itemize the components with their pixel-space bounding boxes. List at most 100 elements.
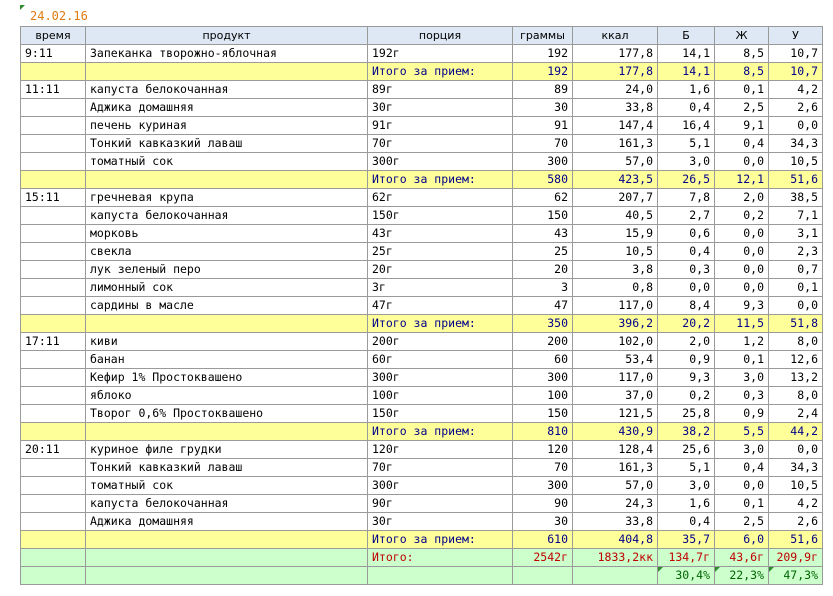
- meal-time-cell[interactable]: [20, 386, 86, 405]
- protein-cell[interactable]: 3,0: [657, 152, 715, 171]
- carbs-cell[interactable]: 2,6: [768, 512, 823, 531]
- carbs-cell[interactable]: 8,0: [768, 386, 823, 405]
- protein-cell[interactable]: 7,8: [657, 188, 715, 207]
- carbs-cell[interactable]: 4,2: [768, 80, 823, 99]
- meal-time-cell[interactable]: [20, 368, 86, 387]
- product-cell[interactable]: томатный сок: [85, 476, 368, 495]
- protein-cell[interactable]: 0,0: [657, 278, 715, 297]
- kcal-cell[interactable]: 24,3: [572, 494, 658, 513]
- protein-cell[interactable]: 2,7: [657, 206, 715, 225]
- meal-time-cell[interactable]: [20, 350, 86, 369]
- column-header[interactable]: Ж: [714, 26, 769, 45]
- product-cell[interactable]: Запеканка творожно-яблочная: [85, 44, 368, 63]
- meal-time-cell[interactable]: [20, 98, 86, 117]
- fat-cell[interactable]: 9,1: [714, 116, 769, 135]
- grams-cell[interactable]: 47: [512, 296, 573, 315]
- protein-cell[interactable]: 16,4: [657, 116, 715, 135]
- meal-time-cell[interactable]: [20, 494, 86, 513]
- empty-cell[interactable]: [85, 62, 368, 81]
- product-cell[interactable]: сардины в масле: [85, 296, 368, 315]
- meal-time-cell[interactable]: 11:11: [20, 80, 86, 99]
- kcal-cell[interactable]: 161,3: [572, 134, 658, 153]
- grams-cell[interactable]: 200: [512, 332, 573, 351]
- portion-cell[interactable]: 90г: [367, 494, 513, 513]
- portion-cell[interactable]: 150г: [367, 404, 513, 423]
- empty-cell[interactable]: [20, 566, 86, 585]
- subtotal-protein[interactable]: 20,2: [657, 314, 715, 333]
- meal-time-cell[interactable]: 20:11: [20, 440, 86, 459]
- subtotal-grams[interactable]: 610: [512, 530, 573, 549]
- carbs-cell[interactable]: 38,5: [768, 188, 823, 207]
- carbs-cell[interactable]: 10,5: [768, 152, 823, 171]
- carbs-cell[interactable]: 0,0: [768, 440, 823, 459]
- fat-cell[interactable]: 2,0: [714, 188, 769, 207]
- carbs-cell[interactable]: 7,1: [768, 206, 823, 225]
- protein-cell[interactable]: 8,4: [657, 296, 715, 315]
- grams-cell[interactable]: 150: [512, 404, 573, 423]
- product-cell[interactable]: Тонкий кавказкий лаваш: [85, 458, 368, 477]
- empty-cell[interactable]: [85, 422, 368, 441]
- fat-cell[interactable]: 1,2: [714, 332, 769, 351]
- carbs-cell[interactable]: 0,7: [768, 260, 823, 279]
- protein-cell[interactable]: 1,6: [657, 80, 715, 99]
- subtotal-kcal[interactable]: 177,8: [572, 62, 658, 81]
- carbs-cell[interactable]: 10,5: [768, 476, 823, 495]
- fat-cell[interactable]: 0,3: [714, 386, 769, 405]
- empty-cell[interactable]: [20, 62, 86, 81]
- carbs-percent[interactable]: 47,3%: [768, 566, 823, 585]
- fat-cell[interactable]: 0,0: [714, 278, 769, 297]
- carbs-cell[interactable]: 0,0: [768, 296, 823, 315]
- carbs-cell[interactable]: 0,0: [768, 116, 823, 135]
- fat-cell[interactable]: 8,5: [714, 44, 769, 63]
- grams-cell[interactable]: 300: [512, 368, 573, 387]
- meal-time-cell[interactable]: [20, 278, 86, 297]
- subtotal-carbs[interactable]: 51,6: [768, 530, 823, 549]
- kcal-cell[interactable]: 33,8: [572, 98, 658, 117]
- carbs-cell[interactable]: 8,0: [768, 332, 823, 351]
- subtotal-protein[interactable]: 26,5: [657, 170, 715, 189]
- product-cell[interactable]: гречневая крупа: [85, 188, 368, 207]
- product-cell[interactable]: томатный сок: [85, 152, 368, 171]
- kcal-cell[interactable]: 10,5: [572, 242, 658, 261]
- portion-cell[interactable]: 25г: [367, 242, 513, 261]
- protein-cell[interactable]: 2,0: [657, 332, 715, 351]
- portion-cell[interactable]: 300г: [367, 152, 513, 171]
- grams-cell[interactable]: 150: [512, 206, 573, 225]
- product-cell[interactable]: капуста белокочанная: [85, 80, 368, 99]
- grams-cell[interactable]: 120: [512, 440, 573, 459]
- kcal-cell[interactable]: 177,8: [572, 44, 658, 63]
- subtotal-fat[interactable]: 12,1: [714, 170, 769, 189]
- grams-cell[interactable]: 62: [512, 188, 573, 207]
- subtotal-label[interactable]: Итого за прием:: [367, 62, 513, 81]
- portion-cell[interactable]: 70г: [367, 458, 513, 477]
- kcal-cell[interactable]: 57,0: [572, 476, 658, 495]
- kcal-cell[interactable]: 121,5: [572, 404, 658, 423]
- carbs-cell[interactable]: 2,3: [768, 242, 823, 261]
- portion-cell[interactable]: 300г: [367, 476, 513, 495]
- carbs-cell[interactable]: 34,3: [768, 134, 823, 153]
- protein-cell[interactable]: 9,3: [657, 368, 715, 387]
- subtotal-kcal[interactable]: 396,2: [572, 314, 658, 333]
- empty-cell[interactable]: [20, 314, 86, 333]
- kcal-cell[interactable]: 207,7: [572, 188, 658, 207]
- grams-cell[interactable]: 90: [512, 494, 573, 513]
- subtotal-label[interactable]: Итого за прием:: [367, 314, 513, 333]
- portion-cell[interactable]: 60г: [367, 350, 513, 369]
- fat-cell[interactable]: 3,0: [714, 440, 769, 459]
- subtotal-kcal[interactable]: 430,9: [572, 422, 658, 441]
- product-cell[interactable]: куриное филе грудки: [85, 440, 368, 459]
- fat-cell[interactable]: 0,0: [714, 242, 769, 261]
- product-cell[interactable]: капуста белокочанная: [85, 206, 368, 225]
- grams-cell[interactable]: 70: [512, 458, 573, 477]
- column-header[interactable]: Б: [657, 26, 715, 45]
- empty-cell[interactable]: [20, 530, 86, 549]
- portion-cell[interactable]: 91г: [367, 116, 513, 135]
- kcal-cell[interactable]: 161,3: [572, 458, 658, 477]
- kcal-cell[interactable]: 117,0: [572, 296, 658, 315]
- product-cell[interactable]: Творог 0,6% Простоквашено: [85, 404, 368, 423]
- protein-cell[interactable]: 0,6: [657, 224, 715, 243]
- empty-cell[interactable]: [367, 566, 513, 585]
- fat-cell[interactable]: 0,2: [714, 206, 769, 225]
- total-protein[interactable]: 134,7г: [657, 548, 715, 567]
- portion-cell[interactable]: 43г: [367, 224, 513, 243]
